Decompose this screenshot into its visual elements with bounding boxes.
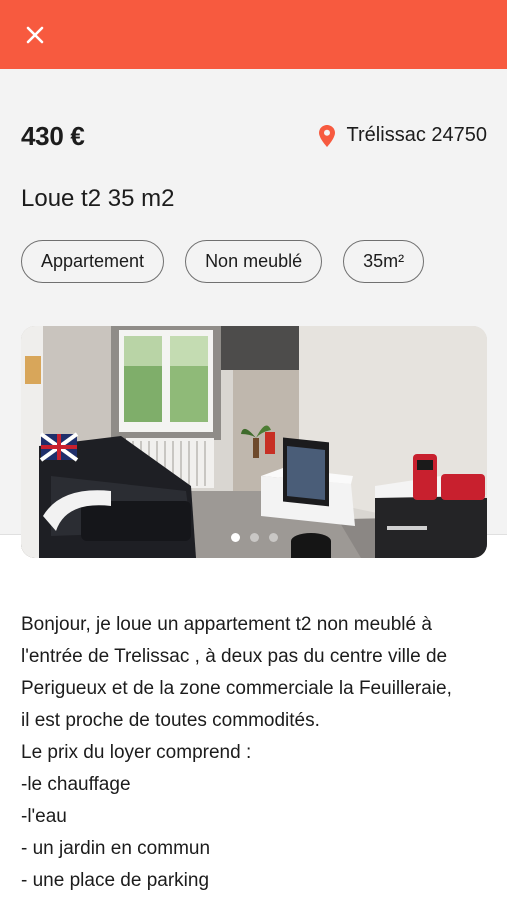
- description-line: - une place de parking: [21, 870, 210, 891]
- description-line: - un jardin en commun: [21, 838, 211, 859]
- tag-surface: 35m²: [343, 240, 425, 283]
- apartment-photo: [21, 326, 487, 558]
- carousel-dot[interactable]: [249, 533, 259, 542]
- location-text: Trélissac 24750: [346, 124, 487, 146]
- description-line: Bonjour, je loue un appartement t2 non m…: [21, 614, 432, 635]
- listing-title: Loue t2 35 m2: [21, 185, 175, 212]
- listing-price: 430 €: [21, 121, 85, 151]
- tag-property-type: Appartement: [21, 240, 165, 283]
- description-line: l'entrée de Trelissac , à deux pas du ce…: [21, 646, 448, 667]
- carousel-dot[interactable]: [268, 533, 278, 542]
- listing-location: Trélissac 24750: [318, 124, 487, 147]
- top-bar: [0, 0, 507, 69]
- listing-description: Bonjour, je loue un appartement t2 non m…: [21, 609, 491, 897]
- tag-furnishing: Non meublé: [185, 240, 323, 283]
- photo-carousel[interactable]: [21, 326, 487, 558]
- close-button[interactable]: [22, 22, 48, 48]
- description-line: -le chauffage: [21, 774, 131, 795]
- description-line: Le prix du loyer comprend :: [21, 742, 252, 763]
- description-line: Perigueux et de la zone commerciale la F…: [21, 678, 452, 699]
- carousel-dot-active[interactable]: [230, 533, 240, 542]
- description-line: il est proche de toutes commodités.: [21, 710, 320, 731]
- tag-list: Appartement Non meublé 35m²: [21, 240, 425, 283]
- description-line: -l'eau: [21, 806, 67, 827]
- close-icon: [26, 26, 44, 44]
- location-pin-icon: [318, 124, 335, 147]
- carousel-indicators: [21, 533, 487, 542]
